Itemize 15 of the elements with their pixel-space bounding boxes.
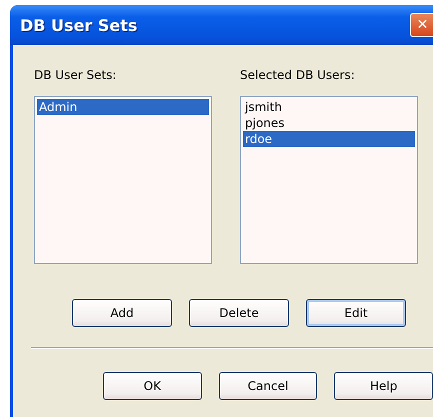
action-button[interactable]: Edit	[306, 299, 406, 327]
list-box[interactable]: jsmith pjones rdoe	[240, 96, 418, 264]
list-item[interactable]: rdoe	[243, 131, 415, 147]
dialog-button[interactable]: Help	[334, 372, 433, 400]
list-item[interactable]: pjones	[243, 115, 415, 131]
list-label: DB User Sets:	[34, 67, 118, 83]
list-item[interactable]: Admin	[37, 99, 209, 115]
action-button[interactable]: Add	[72, 299, 172, 327]
dialog-button[interactable]: Cancel	[218, 372, 318, 400]
list-label: Selected DB Users:	[240, 67, 356, 83]
list-box[interactable]: Admin	[34, 96, 212, 264]
dialog-button[interactable]: OK	[103, 372, 202, 400]
action-button[interactable]: Delete	[189, 299, 289, 327]
list-item[interactable]: jsmith	[243, 99, 415, 115]
window-title: DB User Sets	[20, 16, 138, 34]
